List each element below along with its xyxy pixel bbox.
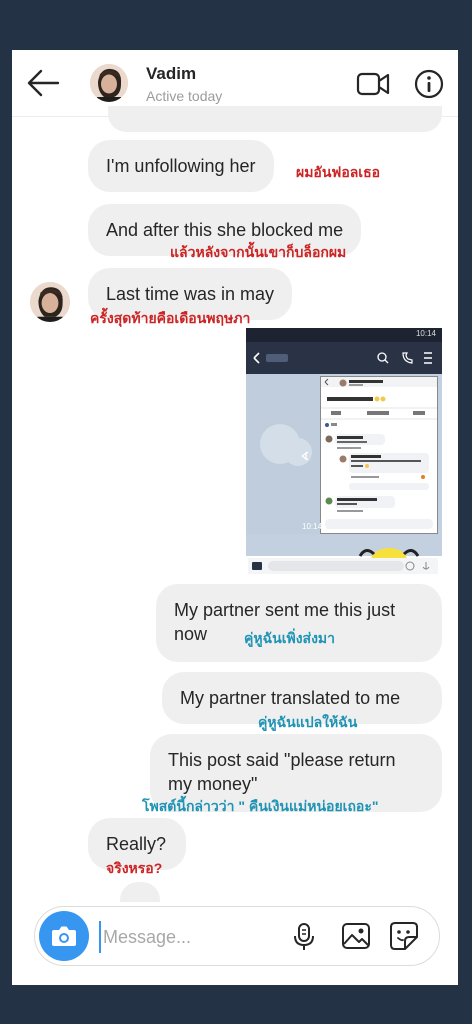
message-bubble[interactable]: My partner sent me this just now <box>156 584 442 662</box>
message-text-line: My partner sent me this just <box>174 600 396 620</box>
sender-avatar[interactable] <box>30 282 70 322</box>
contact-name[interactable]: Vadim <box>146 64 196 84</box>
message-text: And after this she blocked me <box>106 220 344 240</box>
translation-note: จริงหรอ? <box>106 860 163 876</box>
sticker-icon[interactable] <box>389 921 419 951</box>
message-input[interactable] <box>99 921 275 953</box>
translation-note: แล้วหลังจากนั้นเขาก็บล็อกผม <box>170 244 347 260</box>
message-text: I'm unfollowing her <box>106 156 256 176</box>
camera-icon <box>52 926 76 946</box>
message-composer <box>34 906 440 966</box>
screenshot-status-bar: 10:14 <box>246 328 442 342</box>
translation-note: ครั้งสุดท้ายคือเดือนพฤษภา <box>90 310 251 326</box>
phone-screen: Vadim Active today I'm unfollowing her ผ… <box>12 50 458 985</box>
arrow-left-icon[interactable] <box>26 68 60 98</box>
screenshot-sky-background <box>246 374 320 534</box>
translation-note: คู่หูฉันแปลให้ฉัน <box>258 714 358 730</box>
screenshot-time: 10:14 <box>302 522 323 531</box>
previous-message-bubble <box>108 106 442 132</box>
screenshot-footer <box>248 558 438 574</box>
camera-button[interactable] <box>39 911 89 961</box>
message-text: Last time was in may <box>106 284 275 304</box>
message-bubble[interactable]: I'm unfollowing her <box>88 140 274 192</box>
video-camera-icon[interactable] <box>356 70 390 98</box>
microphone-icon[interactable] <box>291 922 317 952</box>
avatar[interactable] <box>90 64 128 102</box>
message-text: My partner translated to me <box>180 688 401 708</box>
active-status: Active today <box>146 88 223 104</box>
info-icon[interactable] <box>414 69 444 99</box>
shared-screenshot-image[interactable]: 10:14 10:14 <box>246 328 442 556</box>
translation-note: คู่หูฉันเพิ่งส่งมา <box>244 630 336 646</box>
translation-note: โพสต์นี้กล่าวว่า " คืนเงินแม่หน่อยเถอะ" <box>142 798 379 814</box>
message-text-line: This post said "please return <box>168 750 396 770</box>
translation-note: ผมอันฟอลเธอ <box>296 164 381 180</box>
image-icon[interactable] <box>341 922 371 950</box>
message-text-line: my money" <box>168 774 258 794</box>
screenshot-facebook-post <box>320 376 438 534</box>
message-text: Really? <box>106 834 167 854</box>
screenshot-app-bar <box>246 342 442 374</box>
next-message-bubble <box>120 882 160 902</box>
